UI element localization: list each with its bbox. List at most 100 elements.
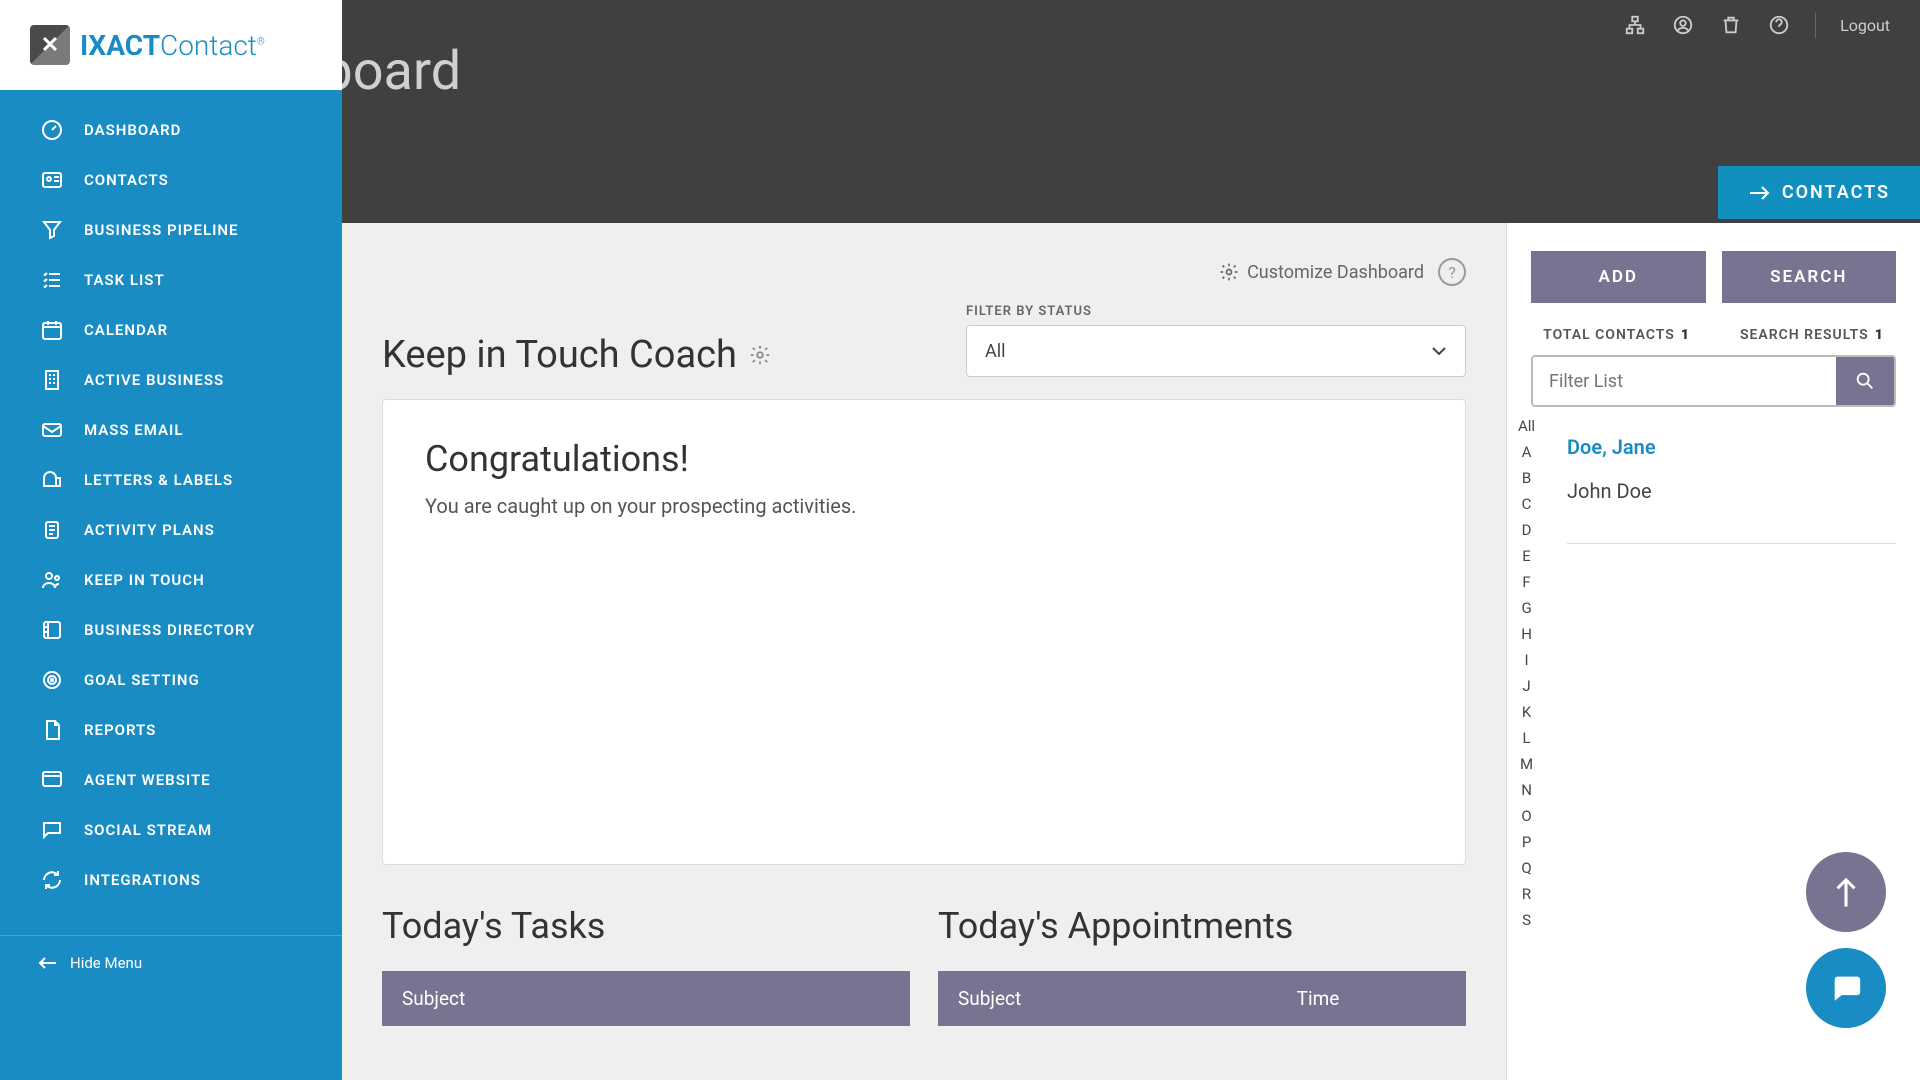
nav-label: REPORTS xyxy=(84,721,156,739)
nav-label: LETTERS & LABELS xyxy=(84,471,233,489)
nav-tasklist[interactable]: TASK LIST xyxy=(0,255,342,305)
contact-row[interactable]: Doe, Jane xyxy=(1567,425,1896,469)
directory-icon xyxy=(38,616,66,644)
search-button[interactable]: SEARCH xyxy=(1722,251,1897,303)
nav-label: ACTIVITY PLANS xyxy=(84,521,215,539)
alpha-letter[interactable]: S xyxy=(1518,911,1535,929)
appts-col-subject: Subject xyxy=(938,971,1277,1026)
filter-value: All xyxy=(985,341,1006,362)
customize-dashboard-link[interactable]: Customize Dashboard xyxy=(1219,262,1424,283)
nav-goal[interactable]: GOAL SETTING xyxy=(0,655,342,705)
sidebar: ✕ IXACTContact® DASHBOARD CONTACTS BUSIN… xyxy=(0,0,342,1080)
alpha-letter[interactable]: A xyxy=(1518,443,1535,461)
alpha-letter[interactable]: P xyxy=(1518,833,1535,851)
nav-label: KEEP IN TOUCH xyxy=(84,571,205,589)
search-icon xyxy=(1854,370,1876,392)
envelope-icon xyxy=(38,416,66,444)
congrats-heading: Congratulations! xyxy=(425,438,1423,480)
alpha-letter[interactable]: F xyxy=(1518,573,1535,591)
filter-list-input[interactable] xyxy=(1533,357,1836,405)
filter-status-select[interactable]: All xyxy=(966,325,1466,377)
coach-title-text: Keep in Touch Coach xyxy=(382,333,737,377)
nav-reports[interactable]: REPORTS xyxy=(0,705,342,755)
separator xyxy=(1815,12,1816,38)
main-nav: DASHBOARD CONTACTS BUSINESS PIPELINE TAS… xyxy=(0,90,342,920)
nav-integrations[interactable]: INTEGRATIONS xyxy=(0,855,342,905)
target-icon xyxy=(38,666,66,694)
logo-text: IXACTContact® xyxy=(80,29,265,62)
clipboard-icon xyxy=(38,516,66,544)
trash-icon[interactable] xyxy=(1719,13,1743,37)
alpha-letter[interactable]: L xyxy=(1518,729,1535,747)
user-icon[interactable] xyxy=(1671,13,1695,37)
logout-link[interactable]: Logout xyxy=(1840,16,1890,35)
nav-agent-website[interactable]: AGENT WEBSITE xyxy=(0,755,342,805)
alpha-letter[interactable]: J xyxy=(1518,677,1535,695)
scroll-top-button[interactable] xyxy=(1806,852,1886,932)
nav-activity-plans[interactable]: ACTIVITY PLANS xyxy=(0,505,342,555)
alpha-letter[interactable]: All xyxy=(1518,417,1535,435)
contacts-tab-button[interactable]: CONTACTS xyxy=(1718,166,1920,219)
appts-col-time: Time xyxy=(1277,971,1466,1026)
gear-icon xyxy=(1219,262,1239,282)
mailbox-icon xyxy=(38,466,66,494)
coach-settings-icon[interactable] xyxy=(749,344,771,366)
nav-social[interactable]: SOCIAL STREAM xyxy=(0,805,342,855)
customize-row: Customize Dashboard ? xyxy=(382,258,1466,286)
logo-mark-icon: ✕ xyxy=(30,25,70,65)
alpha-letter[interactable]: O xyxy=(1518,807,1535,825)
alpha-letter[interactable]: C xyxy=(1518,495,1535,513)
lower-widgets: Today's Tasks Subject Today's Appointmen… xyxy=(382,905,1466,1026)
nav-dashboard[interactable]: DASHBOARD xyxy=(0,105,342,155)
help-icon[interactable] xyxy=(1767,13,1791,37)
contacts-list: Doe, Jane John Doe xyxy=(1567,425,1896,544)
alpha-letter[interactable]: E xyxy=(1518,547,1535,565)
alpha-letter[interactable]: H xyxy=(1518,625,1535,643)
nav-directory[interactable]: BUSINESS DIRECTORY xyxy=(0,605,342,655)
nav-label: TASK LIST xyxy=(84,271,165,289)
customize-label: Customize Dashboard xyxy=(1247,262,1424,283)
alpha-letter[interactable]: D xyxy=(1518,521,1535,539)
chat-icon xyxy=(38,816,66,844)
tasks-table-header: Subject xyxy=(382,971,910,1026)
panel-counts: TOTAL CONTACTS1 SEARCH RESULTS1 xyxy=(1531,327,1896,343)
hide-menu-button[interactable]: Hide Menu xyxy=(0,935,342,990)
document-icon xyxy=(38,716,66,744)
contact-row[interactable]: John Doe xyxy=(1567,469,1896,513)
alpha-index: All A B C D E F G H I J K L M N O P Q R … xyxy=(1518,417,1535,929)
alpha-letter[interactable]: M xyxy=(1518,755,1535,773)
nav-active-business[interactable]: ACTIVE BUSINESS xyxy=(0,355,342,405)
add-button[interactable]: ADD xyxy=(1531,251,1706,303)
alpha-letter[interactable]: R xyxy=(1518,885,1535,903)
website-icon xyxy=(38,766,66,794)
filter-label: FILTER BY STATUS xyxy=(966,304,1466,319)
nav-calendar[interactable]: CALENDAR xyxy=(0,305,342,355)
total-contacts-count: TOTAL CONTACTS1 xyxy=(1543,327,1690,343)
alpha-letter[interactable]: G xyxy=(1518,599,1535,617)
contacts-tab-label: CONTACTS xyxy=(1782,182,1890,203)
nav-label: AGENT WEBSITE xyxy=(84,771,211,789)
nav-label: BUSINESS DIRECTORY xyxy=(84,621,255,639)
people-icon xyxy=(38,566,66,594)
nav-keep-in-touch[interactable]: KEEP IN TOUCH xyxy=(0,555,342,605)
nav-mass-email[interactable]: MASS EMAIL xyxy=(0,405,342,455)
nav-pipeline[interactable]: BUSINESS PIPELINE xyxy=(0,205,342,255)
nav-label: BUSINESS PIPELINE xyxy=(84,221,238,239)
dashboard-help-icon[interactable]: ? xyxy=(1438,258,1466,286)
nav-label: SOCIAL STREAM xyxy=(84,821,212,839)
sitemap-icon[interactable] xyxy=(1623,13,1647,37)
chat-widget-button[interactable] xyxy=(1806,948,1886,1028)
alpha-letter[interactable]: I xyxy=(1518,651,1535,669)
calendar-icon xyxy=(38,316,66,344)
appts-title: Today's Appointments xyxy=(938,905,1466,947)
nav-contacts[interactable]: CONTACTS xyxy=(0,155,342,205)
filter-group: FILTER BY STATUS All xyxy=(966,304,1466,377)
panel-buttons: ADD SEARCH xyxy=(1531,251,1896,303)
alpha-letter[interactable]: K xyxy=(1518,703,1535,721)
alpha-letter[interactable]: N xyxy=(1518,781,1535,799)
alpha-letter[interactable]: Q xyxy=(1518,859,1535,877)
nav-letters[interactable]: LETTERS & LABELS xyxy=(0,455,342,505)
alpha-letter[interactable]: B xyxy=(1518,469,1535,487)
content-area: Customize Dashboard ? Keep in Touch Coac… xyxy=(342,223,1506,1080)
filter-search-button[interactable] xyxy=(1836,357,1894,405)
